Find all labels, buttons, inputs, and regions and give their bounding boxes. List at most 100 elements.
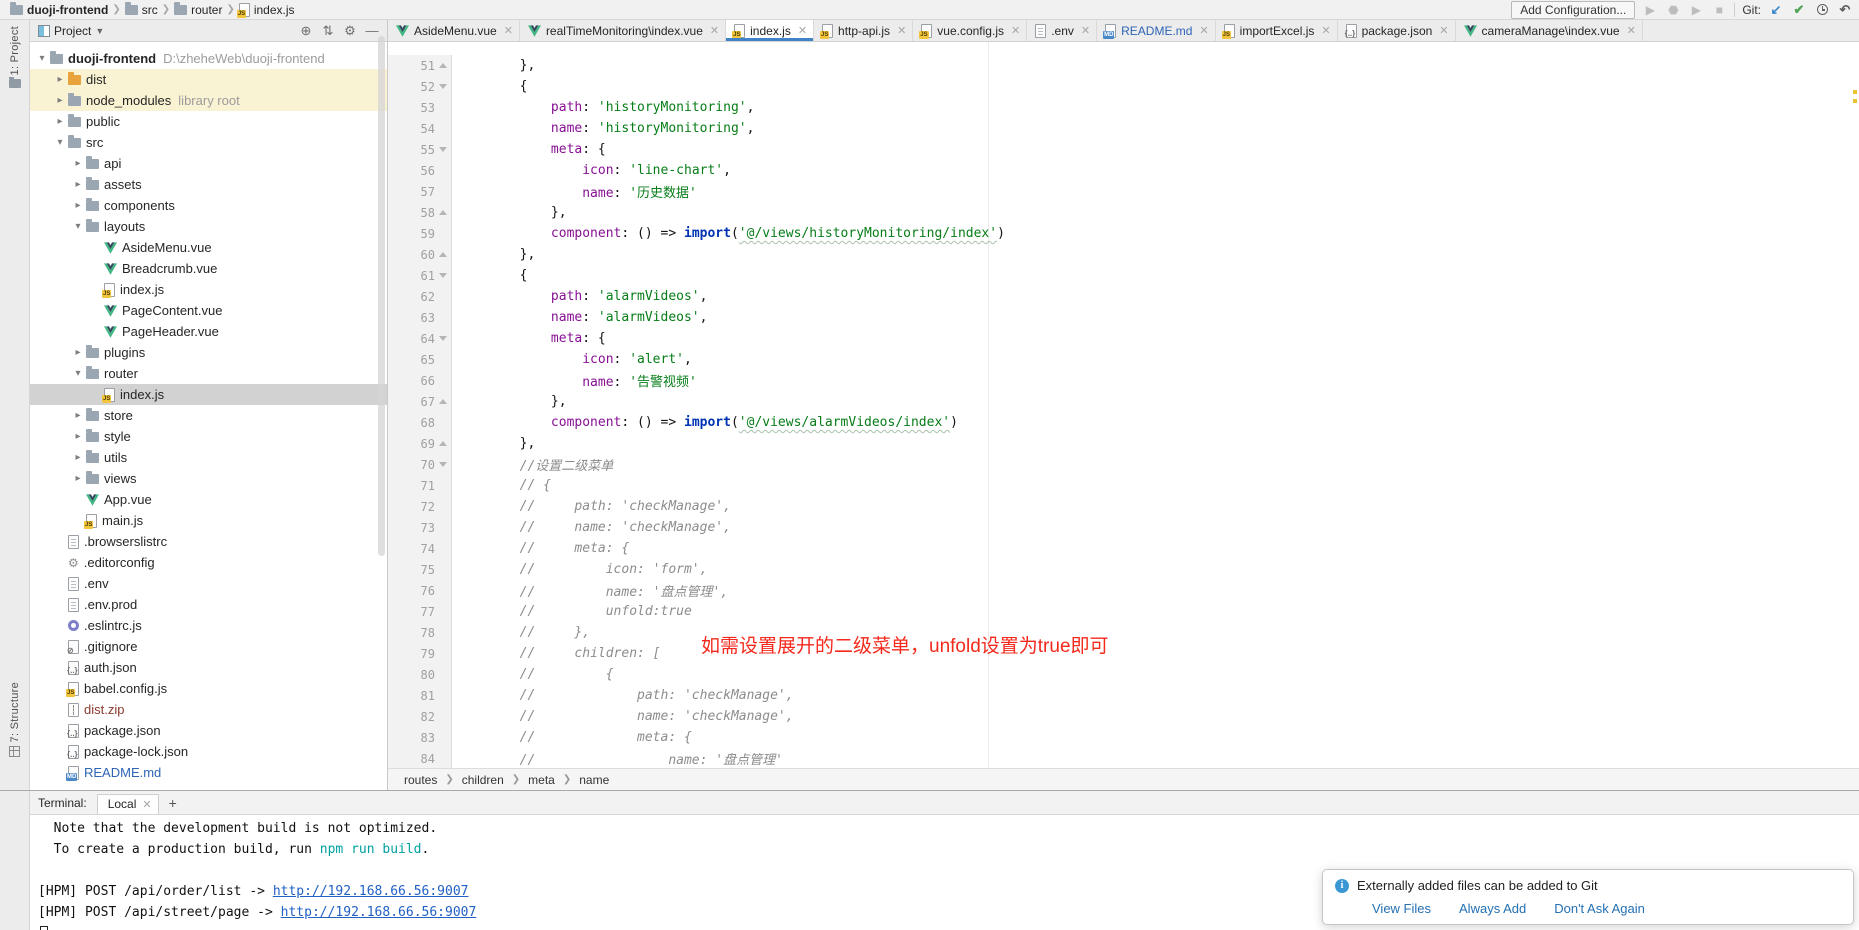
editor-tab[interactable]: JSvue.config.js✕: [913, 20, 1027, 41]
tree-item[interactable]: ▸node_moduleslibrary root: [30, 90, 387, 111]
tree-item[interactable]: PageHeader.vue: [30, 321, 387, 342]
chevron-right-icon[interactable]: ▸: [70, 200, 86, 211]
tree-item[interactable]: JSbabel.config.js: [30, 678, 387, 699]
editor-tab[interactable]: MDREADME.md✕: [1097, 20, 1216, 41]
close-icon[interactable]: ✕: [142, 798, 151, 811]
code-line[interactable]: 75 // icon: 'form',: [388, 559, 1859, 580]
fold-marker-icon[interactable]: [438, 441, 448, 446]
locate-file-icon[interactable]: ⊕: [297, 23, 315, 39]
close-icon[interactable]: ✕: [798, 24, 807, 37]
code-line[interactable]: 69 },: [388, 433, 1859, 454]
close-icon[interactable]: ✕: [1199, 24, 1208, 37]
chevron-right-icon[interactable]: ▸: [52, 95, 68, 106]
tree-item[interactable]: .browserslistrc: [30, 531, 387, 552]
editor-tab[interactable]: JSindex.js✕: [726, 20, 814, 41]
debug-icon[interactable]: ⬣: [1665, 2, 1681, 18]
code-line[interactable]: 71 // {: [388, 475, 1859, 496]
chevron-down-icon[interactable]: ▾: [34, 53, 50, 64]
toolwindow-structure-button[interactable]: 7: Structure: [0, 682, 29, 757]
new-terminal-icon[interactable]: +: [169, 795, 177, 811]
close-icon[interactable]: ✕: [1321, 24, 1330, 37]
tree-item[interactable]: MDREADME.md: [30, 762, 387, 783]
tree-item[interactable]: {..}package.json: [30, 720, 387, 741]
coverage-icon[interactable]: ▶: [1688, 2, 1704, 18]
close-icon[interactable]: ✕: [710, 24, 719, 37]
tree-item[interactable]: dist.zip: [30, 699, 387, 720]
tree-item[interactable]: ▸public: [30, 111, 387, 132]
stop-icon[interactable]: ■: [1711, 2, 1727, 18]
code-line[interactable]: 64 meta: {: [388, 328, 1859, 349]
project-tree-scrollbar[interactable]: [378, 36, 385, 556]
breadcrumb-item[interactable]: duoji-frontend: [10, 3, 108, 17]
close-icon[interactable]: ✕: [1439, 24, 1448, 37]
tree-item[interactable]: {..}package-lock.json: [30, 741, 387, 762]
tree-item[interactable]: ▸style: [30, 426, 387, 447]
close-icon[interactable]: ✕: [897, 24, 906, 37]
tree-item[interactable]: ▾router: [30, 363, 387, 384]
code-line[interactable]: 72 // path: 'checkManage',: [388, 496, 1859, 517]
tree-item[interactable]: JSmain.js: [30, 510, 387, 531]
tree-item[interactable]: AsideMenu.vue: [30, 237, 387, 258]
chevron-right-icon[interactable]: ▸: [70, 452, 86, 463]
code-line[interactable]: 53 path: 'historyMonitoring',: [388, 97, 1859, 118]
run-configuration-selector[interactable]: Add Configuration...: [1511, 1, 1635, 19]
tree-item[interactable]: PageContent.vue: [30, 300, 387, 321]
tree-item[interactable]: .env.prod: [30, 594, 387, 615]
chevron-right-icon[interactable]: ▸: [70, 410, 86, 421]
chevron-right-icon[interactable]: ▸: [70, 179, 86, 190]
code-line[interactable]: 70 //设置二级菜单: [388, 454, 1859, 475]
fold-marker-icon[interactable]: [438, 399, 448, 404]
fold-marker-icon[interactable]: [438, 147, 448, 152]
history-icon[interactable]: [1814, 2, 1830, 18]
tree-item[interactable]: ▾duoji-frontendD:\zheheWeb\duoji-fronten…: [30, 48, 387, 69]
editor-tab[interactable]: AsideMenu.vue✕: [388, 20, 520, 41]
notification-action-link[interactable]: Don't Ask Again: [1554, 901, 1645, 916]
tree-item[interactable]: ▸views: [30, 468, 387, 489]
code-line[interactable]: 60 },: [388, 244, 1859, 265]
code-line[interactable]: 62 path: 'alarmVideos',: [388, 286, 1859, 307]
code-line[interactable]: 51 },: [388, 55, 1859, 76]
fold-marker-icon[interactable]: [438, 210, 448, 215]
code-line[interactable]: 77 // unfold:true: [388, 601, 1859, 622]
code-line[interactable]: 59 component: () => import('@/views/hist…: [388, 223, 1859, 244]
notification-action-link[interactable]: View Files: [1372, 901, 1431, 916]
code-line[interactable]: 79 // children: [: [388, 643, 1859, 664]
tree-item[interactable]: ▸assets: [30, 174, 387, 195]
tree-item[interactable]: .eslintrc.js: [30, 615, 387, 636]
collapse-all-icon[interactable]: ⇅: [319, 23, 337, 39]
chevron-right-icon[interactable]: ▸: [52, 74, 68, 85]
tree-item[interactable]: ⚙.editorconfig: [30, 552, 387, 573]
tree-item[interactable]: ▾layouts: [30, 216, 387, 237]
fold-marker-icon[interactable]: [438, 462, 448, 467]
tree-item[interactable]: ⊘.gitignore: [30, 636, 387, 657]
code-breadcrumb-item[interactable]: name: [579, 773, 609, 787]
editor-tab[interactable]: realTimeMonitoring\index.vue✕: [520, 20, 726, 41]
editor-tab[interactable]: {..}package.json✕: [1338, 20, 1456, 41]
close-icon[interactable]: ✕: [504, 24, 513, 37]
chevron-right-icon[interactable]: ▸: [70, 473, 86, 484]
close-icon[interactable]: ✕: [1081, 24, 1090, 37]
terminal-link[interactable]: http://192.168.66.56:9007: [281, 905, 477, 920]
code-line[interactable]: 68 component: () => import('@/views/alar…: [388, 412, 1859, 433]
notification-action-link[interactable]: Always Add: [1459, 901, 1526, 916]
chevron-down-icon[interactable]: ▼: [95, 26, 104, 36]
close-icon[interactable]: ✕: [1011, 24, 1020, 37]
chevron-right-icon[interactable]: ▸: [70, 431, 86, 442]
git-update-icon[interactable]: ↙: [1768, 2, 1784, 18]
editor-body[interactable]: 51 },52 {53 path: 'historyMonitoring',54…: [388, 42, 1859, 768]
breadcrumb-item[interactable]: JSindex.js: [239, 3, 295, 17]
code-line[interactable]: 63 name: 'alarmVideos',: [388, 307, 1859, 328]
run-icon[interactable]: ▶: [1642, 2, 1658, 18]
tree-item[interactable]: ▸api: [30, 153, 387, 174]
breadcrumb-item[interactable]: src: [125, 3, 158, 17]
code-line[interactable]: 66 name: '告警视频': [388, 370, 1859, 391]
code-line[interactable]: 76 // name: '盘点管理',: [388, 580, 1859, 601]
editor-tab[interactable]: .env✕: [1027, 20, 1097, 41]
chevron-right-icon[interactable]: ▸: [52, 116, 68, 127]
fold-marker-icon[interactable]: [438, 336, 448, 341]
hide-panel-icon[interactable]: —: [363, 23, 381, 38]
tree-item[interactable]: JSindex.js: [30, 384, 387, 405]
code-line[interactable]: 58 },: [388, 202, 1859, 223]
code-editor[interactable]: 51 },52 {53 path: 'historyMonitoring',54…: [388, 42, 1859, 768]
chevron-down-icon[interactable]: ▾: [70, 368, 86, 379]
